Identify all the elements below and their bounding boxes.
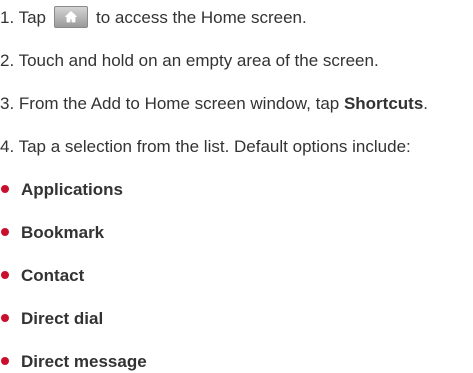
instructions-document: 1. Tap to access the Home screen. 2. Touc… bbox=[0, 0, 473, 372]
option-label: Bookmark bbox=[21, 223, 105, 242]
list-item: Bookmark bbox=[0, 222, 104, 244]
option-label: Direct dial bbox=[21, 309, 104, 328]
list-item: Direct message bbox=[0, 351, 147, 373]
bullet-icon bbox=[1, 313, 9, 322]
list-item: Applications bbox=[0, 179, 123, 201]
list-item: Contact bbox=[0, 265, 84, 287]
step-4: 4. Tap a selection from the list. Defaul… bbox=[0, 137, 411, 156]
home-icon bbox=[65, 10, 77, 22]
bullet-icon bbox=[1, 184, 9, 193]
bullet-icon bbox=[1, 270, 9, 279]
step-1: 1. Tap to access the Home screen. bbox=[0, 5, 307, 30]
step-3: 3. From the Add to Home screen window, t… bbox=[0, 93, 428, 115]
bullet-icon bbox=[1, 227, 9, 236]
shortcuts-label: Shortcuts bbox=[343, 94, 424, 113]
bullet-icon bbox=[1, 356, 9, 365]
option-label: Contact bbox=[21, 266, 85, 285]
home-key-button-icon bbox=[54, 5, 89, 28]
step-1-text-before: 1. Tap bbox=[0, 8, 47, 27]
step-3-text-after: . bbox=[423, 94, 429, 113]
step-3-text-before: 3. From the Add to Home screen window, t… bbox=[0, 94, 344, 113]
step-1-text-after: to access the Home screen. bbox=[96, 8, 307, 27]
list-item: Direct dial bbox=[0, 308, 103, 330]
option-label: Direct message bbox=[21, 352, 147, 371]
step-2: 2. Touch and hold on an empty area of th… bbox=[0, 51, 379, 70]
option-label: Applications bbox=[21, 180, 124, 199]
